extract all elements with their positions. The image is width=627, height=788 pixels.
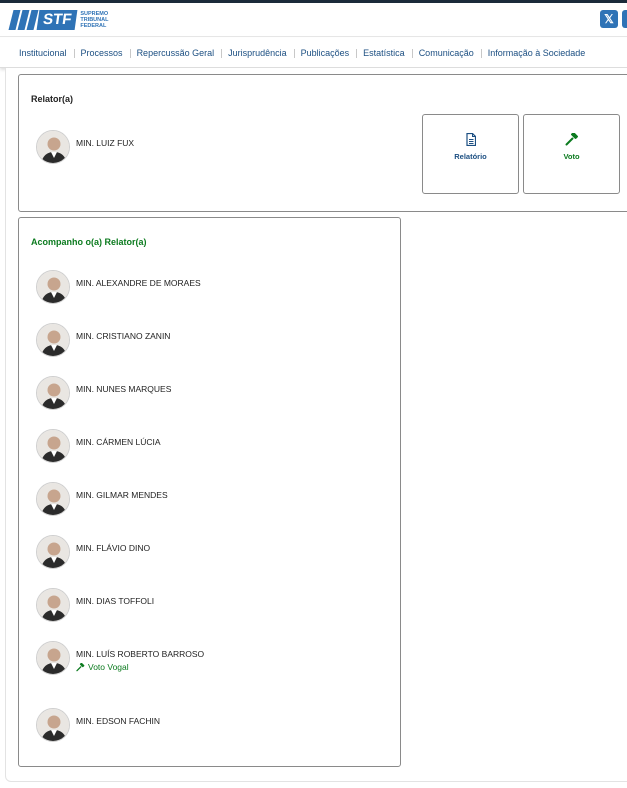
gavel-icon (524, 133, 619, 147)
document-icon (423, 133, 518, 147)
avatar (36, 323, 70, 357)
relatorio-button[interactable]: Relatório (422, 114, 519, 194)
minister-name: MIN. CÁRMEN LÚCIA (76, 437, 161, 447)
voto-vogal-link[interactable]: Voto Vogal (76, 662, 204, 672)
nav-item-jurisprudencia[interactable]: Jurisprudência (221, 48, 294, 58)
relator-minister: MIN. LUIZ FUX (36, 130, 134, 164)
nav-item-repercussao-geral[interactable]: Repercussão Geral (129, 48, 222, 58)
nav-item-comunicacao[interactable]: Comunicação (411, 48, 481, 58)
logo-subtitle: SUPREMO TRIBUNAL FEDERAL (80, 11, 109, 29)
acompanho-card: Acompanho o(a) Relator(a) MIN. ALEXANDRE… (18, 217, 401, 767)
minister-name: MIN. NUNES MARQUES (76, 384, 172, 394)
avatar (36, 482, 70, 516)
voto-button[interactable]: Voto (523, 114, 620, 194)
minister-name: MIN. FLÁVIO DINO (76, 543, 151, 553)
voto-label: Voto (563, 152, 580, 161)
avatar (36, 270, 70, 304)
avatar (36, 130, 70, 164)
x-twitter-icon[interactable]: 𝕏 (600, 10, 618, 28)
relator-title: Relator(a) (31, 94, 74, 104)
logo-mark: STF (36, 10, 78, 30)
list-item: MIN. CÁRMEN LÚCIA (36, 429, 161, 463)
voto-vogal-label: Voto Vogal (88, 662, 129, 672)
nav-item-estatistica[interactable]: Estatística (356, 48, 412, 58)
list-item: MIN. FLÁVIO DINO (36, 535, 150, 569)
avatar (36, 376, 70, 410)
minister-name: MIN. LUÍS ROBERTO BARROSO (76, 649, 205, 659)
nav-item-institucional[interactable]: Institucional (12, 48, 74, 58)
list-item: MIN. EDSON FACHIN (36, 708, 160, 742)
list-item: MIN. GILMAR MENDES (36, 482, 168, 516)
minister-name: MIN. DIAS TOFFOLI (76, 596, 155, 606)
list-item: MIN. NUNES MARQUES (36, 376, 171, 410)
avatar (36, 708, 70, 742)
nav-item-publicacoes[interactable]: Publicações (293, 48, 357, 58)
minister-name: MIN. EDSON FACHIN (76, 716, 161, 726)
site-header: STF SUPREMO TRIBUNAL FEDERAL 𝕏 (0, 3, 627, 37)
minister-name: MIN. GILMAR MENDES (76, 490, 168, 500)
acompanho-title: Acompanho o(a) Relator(a) (31, 237, 147, 247)
list-item: MIN. ALEXANDRE DE MORAES (36, 270, 201, 304)
minister-name: MIN. ALEXANDRE DE MORAES (76, 278, 201, 288)
social-icon[interactable] (622, 10, 627, 28)
list-item: MIN. LUÍS ROBERTO BARROSO Voto Vogal (36, 641, 204, 681)
main-nav: Institucional Processos Repercussão Gera… (0, 38, 627, 68)
nav-item-processos[interactable]: Processos (73, 48, 130, 58)
list-item: MIN. DIAS TOFFOLI (36, 588, 154, 622)
list-item: MIN. CRISTIANO ZANIN (36, 323, 170, 357)
minister-name: MIN. CRISTIANO ZANIN (76, 331, 171, 341)
avatar (36, 588, 70, 622)
avatar (36, 429, 70, 463)
relatorio-label: Relatório (454, 152, 487, 161)
gavel-icon (76, 662, 85, 671)
nav-item-informacao-sociedade[interactable]: Informação à Sociedade (480, 48, 593, 58)
avatar (36, 641, 70, 675)
logo-stripes (8, 10, 39, 30)
stf-logo[interactable]: STF SUPREMO TRIBUNAL FEDERAL (8, 8, 109, 32)
avatar (36, 535, 70, 569)
minister-name: MIN. LUIZ FUX (76, 138, 135, 148)
